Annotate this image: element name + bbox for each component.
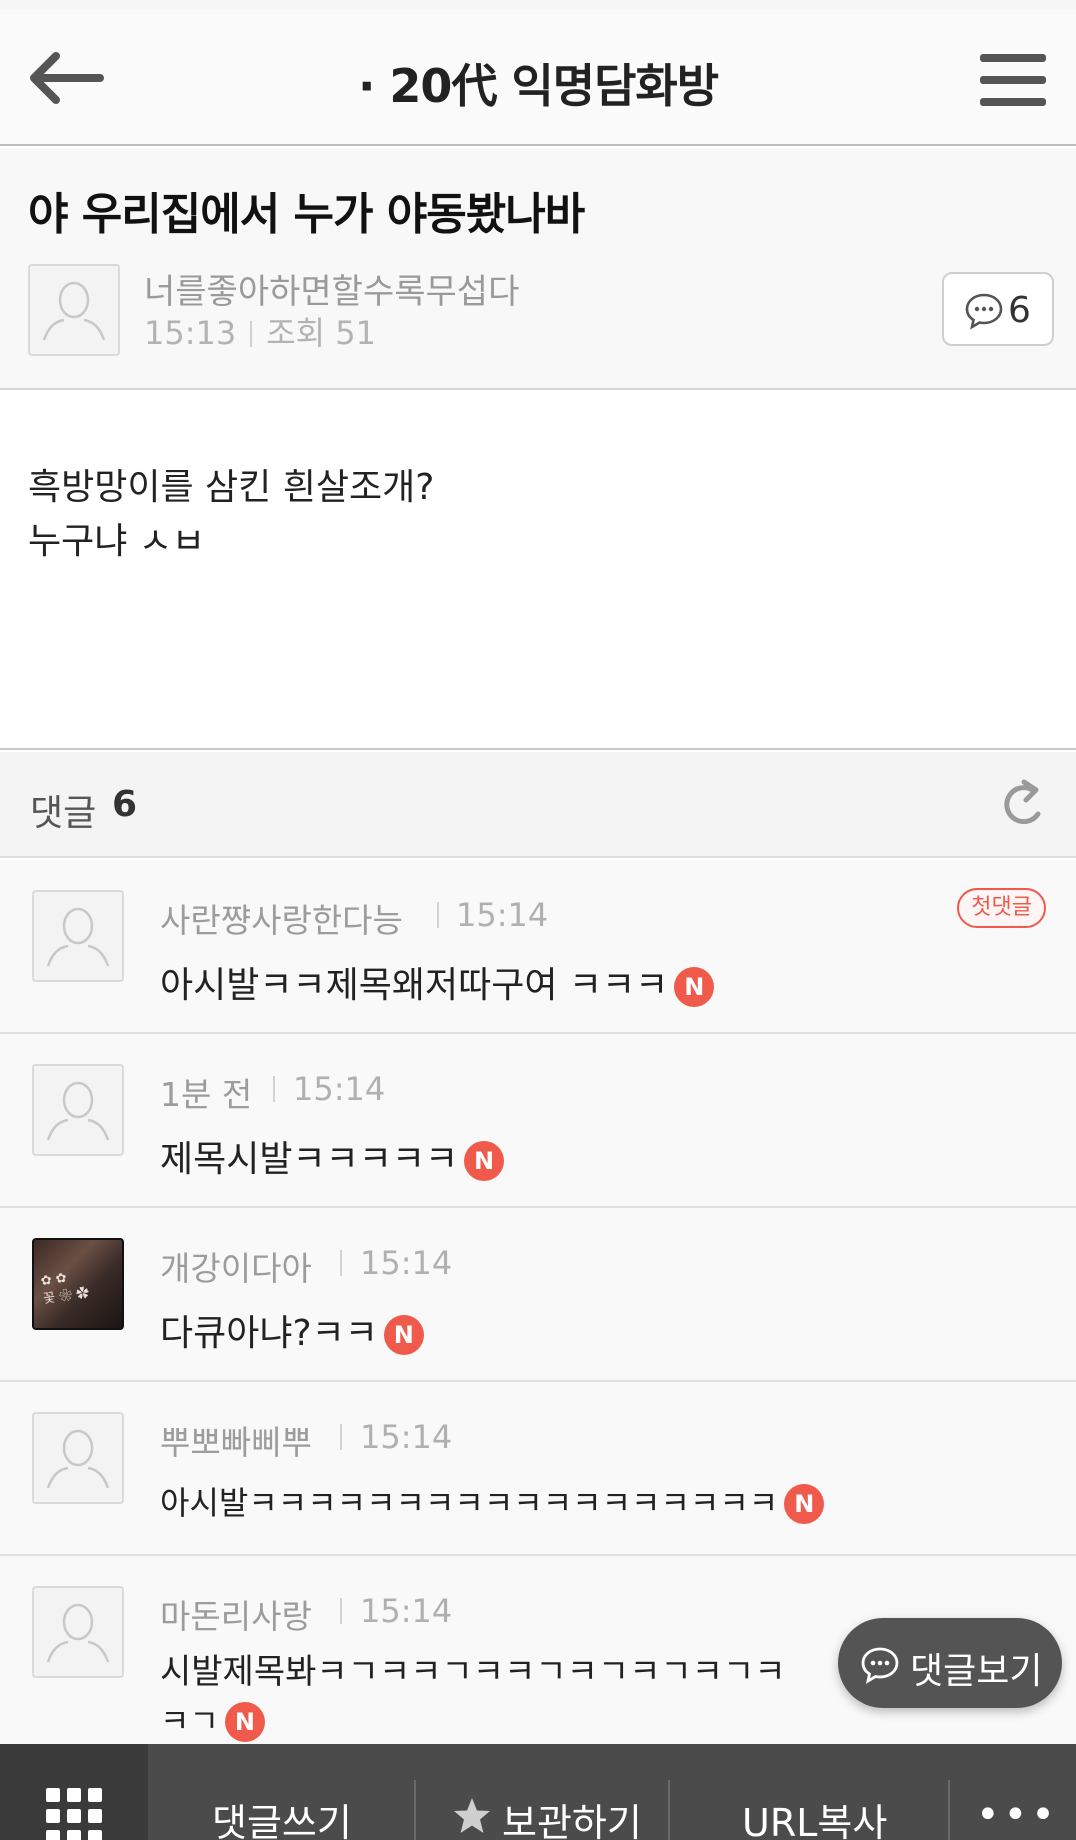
app-header: · 20代 익명담화방 — [0, 10, 1076, 146]
meta-divider — [273, 1076, 275, 1102]
star-icon — [454, 1798, 490, 1833]
commenter-avatar[interactable] — [32, 890, 124, 982]
default-avatar-icon — [42, 281, 106, 341]
meta-divider — [340, 1598, 342, 1624]
comment-author[interactable]: 개강이다아 — [160, 1242, 312, 1290]
comment-author[interactable]: 1분 전 — [160, 1068, 252, 1116]
comment-count: 6 — [1008, 290, 1031, 331]
comment-text-content: ㅋㄱ — [160, 1702, 219, 1740]
post-body-line: 누구냐 ㅅㅂ — [28, 521, 206, 562]
comment-item[interactable]: 뿌뽀빠삐뿌 15:14 아시발ㅋㅋㅋㅋㅋㅋㅋㅋㅋㅋㅋㅋㅋㅋㅋㅋㅋㅋ N — [0, 1382, 1076, 1556]
post-header: 야 우리집에서 누가 야동봤나바 너를좋아하면할수록무섭다 15:13 조회 51… — [0, 148, 1076, 390]
meta-divider — [340, 1424, 342, 1450]
comment-item[interactable]: ✿ ✿ 꽃 ❀ ✿ 개강이다아 15:14 다큐아냐?ㅋㅋ N — [0, 1208, 1076, 1382]
more-button[interactable]: ••• — [950, 1744, 1076, 1840]
status-bar — [0, 0, 1076, 10]
default-avatar-icon — [46, 1429, 110, 1489]
meta-divider — [250, 321, 253, 347]
hamburger-menu-icon — [980, 54, 1046, 106]
commenter-avatar[interactable] — [32, 1586, 124, 1678]
meta-divider — [340, 1250, 342, 1276]
default-avatar-icon — [46, 1603, 110, 1663]
refresh-icon — [1004, 779, 1041, 825]
write-comment-button[interactable]: 댓글쓰기 — [148, 1744, 414, 1840]
post-author[interactable]: 너를좋아하면할수록무섭다 — [144, 264, 519, 313]
post-time: 15:13 — [144, 314, 237, 352]
bottom-toolbar: 댓글쓰기 보관하기 URL복사 ••• — [0, 1744, 1076, 1840]
post-body: 흑방망이를 삼킨 흰살조개? 누구냐 ㅅㅂ — [0, 392, 1076, 750]
new-badge: N — [383, 1315, 424, 1355]
copy-url-label: URL복사 — [742, 1801, 888, 1840]
new-badge: N — [224, 1702, 265, 1742]
commenter-avatar[interactable] — [32, 1064, 124, 1156]
more-dots-icon: ••• — [976, 1792, 1059, 1838]
new-badge: N — [464, 1141, 505, 1181]
grid-icon — [46, 1788, 102, 1840]
new-badge: N — [674, 967, 715, 1007]
comment-count-button[interactable]: 6 — [942, 272, 1054, 346]
comment-text-content: 아시발ㅋㅋㅋㅋㅋㅋㅋㅋㅋㅋㅋㅋㅋㅋㅋㅋㅋㅋ — [160, 1484, 779, 1522]
default-avatar-icon — [46, 1081, 110, 1141]
comment-time: 15:14 — [360, 1244, 453, 1282]
page-title: · 20代 익명담화방 — [357, 59, 719, 113]
comment-item[interactable]: 1분 전 15:14 제목시발ㅋㅋㅋㅋㅋ N — [0, 1034, 1076, 1208]
comment-text: 아시발ㅋㅋ제목왜저따구여 ㅋㅋㅋ N — [160, 956, 715, 1008]
commenter-avatar[interactable] — [32, 1412, 124, 1504]
speech-bubble-icon — [861, 1647, 899, 1684]
view-comments-button[interactable]: 댓글보기 — [838, 1618, 1062, 1708]
menu-button[interactable] — [978, 52, 1048, 108]
default-avatar-icon — [46, 907, 110, 967]
comments-label: 댓글 — [30, 793, 97, 834]
bookmark-button[interactable]: 보관하기 — [416, 1744, 668, 1840]
comment-text: 제목시발ㅋㅋㅋㅋㅋ N — [160, 1130, 505, 1182]
comment-time: 15:14 — [456, 896, 549, 934]
post-meta: 15:13 조회 51 — [144, 308, 376, 354]
write-comment-label: 댓글쓰기 — [212, 1801, 352, 1840]
comment-author[interactable]: 마돈리사랑 — [160, 1590, 312, 1638]
avatar-photo: ✿ ✿ 꽃 ❀ ✿ — [39, 1270, 91, 1308]
copy-url-button[interactable]: URL복사 — [670, 1744, 948, 1840]
speech-bubble-icon — [965, 293, 1003, 330]
first-comment-badge: 첫댓글 — [957, 888, 1046, 928]
comment-text-content: 아시발ㅋㅋ제목왜저따구여 ㅋㅋㅋ — [160, 965, 669, 1006]
comment-author[interactable]: 뿌뽀빠삐뿌 — [160, 1416, 312, 1464]
comment-text-content: 제목시발ㅋㅋㅋㅋㅋ — [160, 1139, 459, 1180]
commenter-avatar[interactable]: ✿ ✿ 꽃 ❀ ✿ — [32, 1238, 124, 1330]
comment-text: 다큐아냐?ㅋㅋ N — [160, 1304, 424, 1356]
comment-text: ㅋㄱ N — [160, 1696, 265, 1742]
comment-text-content: 다큐아냐?ㅋㅋ — [160, 1313, 378, 1354]
post-title: 야 우리집에서 누가 야동봤나바 — [28, 189, 585, 240]
post-body-line: 흑방망이를 삼킨 흰살조개? — [28, 467, 435, 508]
new-badge: N — [784, 1484, 825, 1524]
comment-time: 15:14 — [360, 1592, 453, 1630]
post-views: 조회 51 — [266, 314, 376, 352]
refresh-button[interactable] — [994, 774, 1054, 834]
view-comments-label: 댓글보기 — [910, 1651, 1043, 1692]
comment-text: 아시발ㅋㅋㅋㅋㅋㅋㅋㅋㅋㅋㅋㅋㅋㅋㅋㅋㅋㅋ N — [160, 1478, 825, 1524]
comment-text: 시발제목봐ㅋㄱㅋㅋㄱㅋㅋㄱㅋㄱㅋㄱㅋㄱㅋ — [160, 1652, 786, 1692]
meta-divider — [437, 902, 439, 928]
comment-time: 15:14 — [360, 1418, 453, 1456]
comments-header: 댓글 6 — [0, 752, 1076, 858]
comment-item[interactable]: 사란쨩사랑한다능 15:14 첫댓글 아시발ㅋㅋ제목왜저따구여 ㅋㅋㅋ N — [0, 860, 1076, 1034]
comments-count: 6 — [112, 784, 138, 825]
comment-time: 15:14 — [293, 1070, 386, 1108]
grid-menu-button[interactable] — [0, 1744, 148, 1840]
bookmark-label: 보관하기 — [502, 1801, 642, 1840]
comment-author[interactable]: 사란쨩사랑한다능 — [160, 894, 403, 942]
author-avatar[interactable] — [28, 264, 120, 356]
